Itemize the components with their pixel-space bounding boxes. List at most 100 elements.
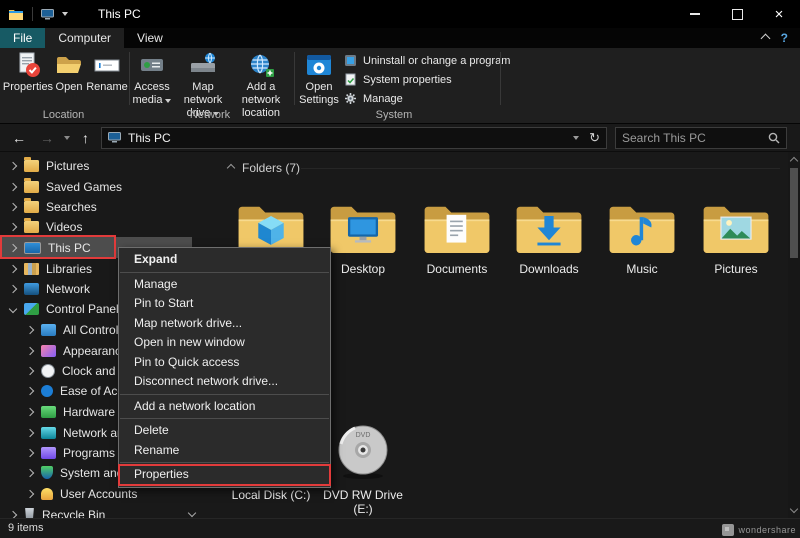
rename-button[interactable]: Rename [84,50,130,110]
menu-item-map-network-drive[interactable]: Map network drive... [119,314,330,334]
tile-pictures[interactable]: Pictures [691,202,781,276]
sidebar-item-videos[interactable]: Videos [0,216,192,237]
breadcrumb[interactable]: This PC [128,131,171,145]
sidebar-item-pictures[interactable]: Pictures [0,155,192,176]
close-button[interactable]: × [758,0,800,28]
access-media-icon [138,51,166,79]
maximize-button[interactable] [716,0,758,28]
chevron-right-icon[interactable] [26,468,34,476]
chevron-right-icon[interactable] [26,325,34,333]
address-dropdown-icon[interactable] [573,136,579,140]
user-accounts-icon [41,488,53,500]
minimize-button[interactable] [674,0,716,28]
uninstall-program-button[interactable]: Uninstall or change a program [344,52,510,69]
back-button[interactable]: ← [12,131,26,145]
menu-item-open-in-new-window[interactable]: Open in new window [119,333,330,353]
add-network-location-icon [247,51,275,79]
menu-item-manage[interactable]: Manage [119,275,330,295]
chevron-right-icon[interactable] [26,428,34,436]
open-folder-icon [55,51,83,79]
documents-folder-icon [420,202,494,260]
chevron-right-icon[interactable] [9,222,17,230]
hardware-icon [41,406,56,418]
tab-computer[interactable]: Computer [45,28,124,48]
file-explorer-window: This PC × File Computer View ? Propertie… [0,0,800,538]
sidebar-item-label: Pictures [46,159,89,173]
tile-documents[interactable]: Documents [412,202,502,276]
sidebar-item-searches[interactable]: Searches [0,196,192,217]
map-network-drive-icon [189,51,217,79]
chevron-right-icon[interactable] [26,448,34,456]
tile-dvd-rw-drive-e[interactable]: DVD DVD RW Drive (E:) [318,414,408,516]
search-input[interactable] [616,130,768,146]
vertical-scrollbar[interactable] [788,152,800,518]
tile-label: Pictures [691,262,781,276]
menu-item-pin-to-quick-access[interactable]: Pin to Quick access [119,353,330,373]
access-media-label: Access media [133,81,170,106]
dvd-drive-icon: DVD [331,414,395,486]
chevron-right-icon[interactable] [26,407,34,415]
quick-access-computer-icon[interactable] [41,9,54,20]
tab-computer-label: Computer [58,31,111,45]
tab-file[interactable]: File [0,28,45,48]
menu-separator [120,462,329,463]
up-button[interactable]: ↑ [82,131,89,145]
manage-button[interactable]: Manage [344,90,403,107]
quick-access-dropdown-icon[interactable] [62,12,68,16]
sidebar-item-label: Libraries [46,262,92,276]
menu-item-pin-to-start[interactable]: Pin to Start [119,294,330,314]
address-bar[interactable]: This PC ↻ [101,127,607,149]
chevron-right-icon[interactable] [9,264,17,272]
properties-icon [14,51,42,79]
watermark-text: wondershare [738,525,796,535]
menu-item-delete[interactable]: Delete [119,421,330,441]
tab-view[interactable]: View [124,28,176,48]
collapse-ribbon-icon[interactable] [760,33,770,43]
map-network-drive-button[interactable]: Map network drive [176,50,230,110]
chevron-right-icon[interactable] [9,202,17,210]
context-menu: Expand Manage Pin to Start Map network d… [118,247,331,488]
forward-button[interactable]: → [40,131,54,145]
system-properties-icon [344,73,357,86]
sidebar-item-saved-games[interactable]: Saved Games [0,176,192,197]
chevron-right-icon[interactable] [9,182,17,190]
chevron-right-icon[interactable] [9,161,17,169]
ease-of-access-icon [41,385,53,397]
sidebar-item-label: Videos [46,220,82,234]
tile-music[interactable]: Music [597,202,687,276]
search-icon[interactable] [768,132,780,144]
system-properties-button[interactable]: System properties [344,71,452,88]
chevron-right-icon[interactable] [26,489,34,497]
chevron-right-icon[interactable] [26,386,34,394]
network-internet-icon [41,427,56,439]
scrollbar-thumb[interactable] [790,168,798,258]
open-settings-button[interactable]: Open Settings [296,50,342,110]
scroll-up-icon[interactable] [790,157,798,165]
menu-item-disconnect-network-drive[interactable]: Disconnect network drive... [119,372,330,392]
chevron-right-icon[interactable] [9,284,17,292]
group-header-folders[interactable]: Folders (7) [228,161,300,175]
menu-item-rename[interactable]: Rename [119,441,330,461]
recent-locations-dropdown-icon[interactable] [64,136,70,140]
dropdown-caret-icon [165,99,171,103]
open-settings-label: Open Settings [299,81,339,106]
menu-item-add-network-location[interactable]: Add a network location [119,397,330,417]
chevron-right-icon[interactable] [26,366,34,374]
tile-downloads[interactable]: Downloads [504,202,594,276]
refresh-icon[interactable]: ↻ [589,130,600,146]
menu-item-expand[interactable]: Expand [119,250,330,270]
chevron-down-icon[interactable] [9,304,17,312]
menu-item-properties[interactable]: Properties [119,465,330,485]
access-media-button[interactable]: Access media [128,50,176,110]
add-network-location-button[interactable]: Add a network location [230,50,292,110]
tile-desktop[interactable]: Desktop [318,202,408,276]
chevron-right-icon[interactable] [26,346,34,354]
help-icon[interactable]: ? [781,31,788,45]
system-properties-label: System properties [363,74,452,86]
collapse-group-icon[interactable] [227,164,235,172]
open-button[interactable]: Open [54,50,84,110]
scroll-down-icon[interactable] [790,505,798,513]
search-box[interactable] [615,127,787,149]
properties-button[interactable]: Properties [2,50,54,110]
security-shield-icon [41,466,53,479]
